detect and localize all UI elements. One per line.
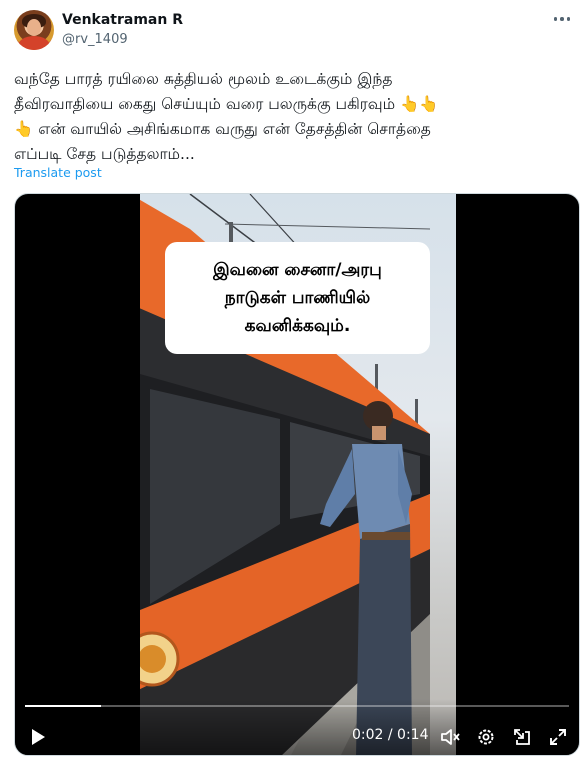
- author-handle[interactable]: @rv_1409: [62, 32, 128, 47]
- tweet-text: வந்தே பாரத் ரயிலை சுத்தியல் மூலம் உடைக்க…: [14, 67, 574, 167]
- video-time: 0:02 / 0:14: [352, 727, 429, 743]
- tweet-line: தீவிரவாதியை கைது செய்யும் வரை பலருக்கு ப…: [14, 95, 439, 113]
- caption-line: நாடுகள் பாணியில்: [224, 288, 371, 308]
- caption-line: கவனிக்கவும்.: [244, 316, 351, 336]
- translate-post-link[interactable]: Translate post: [14, 165, 102, 180]
- video-caption: இவனை சைனா/அரபு நாடுகள் பாணியில் கவனிக்கவ…: [165, 242, 430, 354]
- play-icon[interactable]: [29, 728, 47, 746]
- settings-icon[interactable]: [476, 727, 496, 747]
- video-progress-fill: [25, 705, 102, 707]
- mute-icon[interactable]: [440, 727, 460, 747]
- video-progress-bar[interactable]: [25, 705, 569, 707]
- caption-line: இவனை சைனா/அரபு: [213, 260, 382, 280]
- tweet-line: வந்தே பாரத் ரயிலை சுத்தியல் மூலம் உடைக்க…: [14, 70, 393, 88]
- video-player[interactable]: இவனை சைனா/அரபு நாடுகள் பாணியில் கவனிக்கவ…: [14, 193, 580, 756]
- tweet-line: 👆 என் வாயில் அசிங்கமாக வருது என் தேசத்தி…: [14, 120, 431, 138]
- tweet-line: எப்படி சேத படுத்தலாம்...: [14, 145, 195, 163]
- fullscreen-icon[interactable]: [548, 727, 568, 747]
- more-options-icon[interactable]: [547, 9, 577, 29]
- video-frame: இவனை சைனா/அரபு நாடுகள் பாணியில் கவனிக்கவ…: [140, 194, 456, 755]
- author-name[interactable]: Venkatraman R: [62, 12, 183, 28]
- minimize-icon[interactable]: [512, 727, 532, 747]
- avatar[interactable]: [14, 10, 54, 50]
